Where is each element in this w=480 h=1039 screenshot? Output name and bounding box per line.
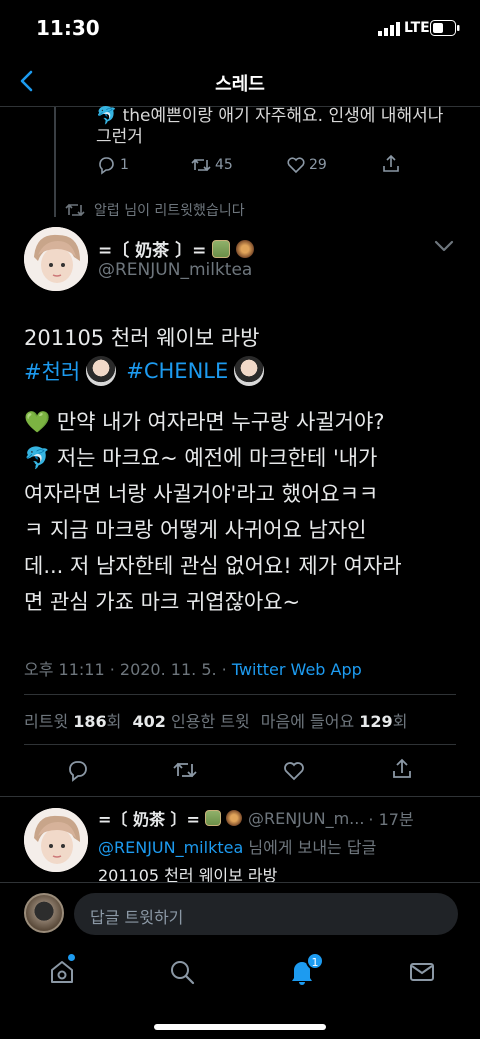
prev-like-count: 29 bbox=[309, 157, 327, 173]
retweet-note-text: 알럽 님이 리트윗했습니다 bbox=[94, 203, 245, 219]
prev-share-button[interactable] bbox=[381, 154, 401, 174]
action-reply-button[interactable] bbox=[66, 758, 90, 782]
battery-icon bbox=[430, 20, 460, 36]
retweets-count: 186 bbox=[73, 712, 107, 731]
my-avatar[interactable] bbox=[24, 893, 64, 933]
status-bar: 11:30 LTE bbox=[0, 0, 480, 56]
hashtag-chenle-kr[interactable]: #천러 bbox=[24, 356, 80, 386]
heart-icon bbox=[287, 157, 305, 174]
tweet-source[interactable]: Twitter Web App bbox=[232, 660, 362, 679]
tweet-line-1: 201105 천러 웨이보 라방 bbox=[24, 326, 260, 350]
nav-header: 스레드 bbox=[0, 56, 480, 106]
tweet-body-line-4: ㅋ 지금 마크랑 어떻게 사귀어요 남자인 bbox=[24, 518, 367, 542]
reply-icon bbox=[69, 761, 87, 782]
quotes-count: 402 bbox=[132, 712, 166, 731]
reply-mention-suffix: 님에게 보내는 답글 bbox=[243, 838, 377, 857]
reply-avatar-photo bbox=[24, 808, 88, 872]
mail-icon bbox=[410, 963, 434, 981]
tweet-body: 💚 만약 내가 여자라면 누구랑 사귈거야? 🐬 저는 마크요~ 예전에 마크한… bbox=[24, 404, 402, 620]
hashtag-emoji-icon-1 bbox=[86, 356, 117, 386]
tweet-timestamp: 오후 11:11 · 2020. 11. 5. · bbox=[24, 660, 232, 679]
retweet-small-icon bbox=[65, 203, 85, 217]
replying-to: @RENJUN_milktea 님에게 보내는 답글 bbox=[98, 834, 376, 858]
thread-connector bbox=[54, 107, 56, 217]
reply-icon bbox=[99, 157, 114, 175]
retweets-unit: 회 bbox=[106, 712, 122, 731]
heart-icon bbox=[284, 762, 304, 781]
status-time: 11:30 bbox=[36, 16, 100, 40]
reply-avatar[interactable] bbox=[24, 808, 88, 872]
network-label: LTE bbox=[404, 20, 430, 36]
notification-badge: 1 bbox=[306, 952, 324, 970]
quotes-stat[interactable]: 402 인용한 트윗 bbox=[133, 712, 250, 731]
sticker-emoji-icon bbox=[236, 239, 255, 258]
avatar-photo bbox=[24, 227, 88, 291]
tab-messages[interactable] bbox=[408, 958, 436, 986]
home-icon bbox=[51, 961, 73, 983]
hashtag-row: #천러 #CHENLE bbox=[24, 356, 265, 386]
prev-reply-button[interactable]: 1 bbox=[96, 155, 129, 175]
likes-count: 129 bbox=[359, 712, 393, 731]
hashtag-chenle-en[interactable]: #CHENLE bbox=[126, 359, 228, 383]
retweet-icon bbox=[173, 762, 197, 778]
tweet-body-line-1: 💚 만약 내가 여자라면 누구랑 사귈거야? bbox=[24, 410, 385, 434]
sticker-emoji-icon bbox=[225, 810, 242, 826]
home-new-dot bbox=[68, 954, 75, 961]
reply-header: =〔 奶茶 〕= @RENJUN_m... · 17분 bbox=[98, 806, 414, 830]
share-icon bbox=[383, 154, 399, 172]
tab-notifications[interactable]: 1 bbox=[288, 952, 324, 986]
reply-handle[interactable]: @RENJUN_m... bbox=[248, 809, 364, 828]
tab-bar: 1 bbox=[0, 944, 480, 1039]
action-share-button[interactable] bbox=[390, 757, 414, 781]
tweet-stats: 리트윗 186회 402 인용한 트윗 마음에 들어요 129회 bbox=[24, 708, 407, 732]
retweet-note: 알럽 님이 리트윗했습니다 bbox=[64, 200, 245, 220]
prev-retweet-button[interactable]: 45 bbox=[190, 155, 233, 175]
action-like-button[interactable] bbox=[282, 759, 306, 783]
tea-emoji-icon bbox=[204, 810, 221, 826]
avatar[interactable] bbox=[24, 227, 88, 291]
page-title: 스레드 bbox=[215, 74, 265, 95]
signal-icon bbox=[378, 22, 402, 36]
tweet-body-line-6: 면 관심 가죠 마크 귀엽잖아요~ bbox=[24, 590, 301, 614]
chevron-down-icon bbox=[434, 240, 454, 252]
prev-like-button[interactable]: 29 bbox=[286, 155, 327, 175]
display-name[interactable]: =〔 奶茶 〕= bbox=[98, 236, 255, 261]
likes-stat[interactable]: 마음에 들어요 129회 bbox=[261, 712, 408, 731]
prev-reply-count: 1 bbox=[120, 157, 129, 173]
tea-emoji-icon bbox=[212, 239, 231, 258]
tab-search[interactable] bbox=[168, 958, 196, 986]
retweets-stat[interactable]: 리트윗 186회 bbox=[24, 712, 121, 731]
share-icon bbox=[393, 758, 411, 778]
likes-unit: 회 bbox=[392, 712, 408, 731]
reply-time: · 17분 bbox=[368, 810, 414, 829]
tweet-body-line-5: 데... 저 남자한테 관심 없어요! 제가 여자라 bbox=[24, 554, 402, 578]
tweet-body-line-2: 🐬 저는 마크요~ 예전에 마크한테 '내가 bbox=[24, 446, 378, 470]
compose-bar: 답글 트윗하기 bbox=[0, 882, 480, 944]
likes-label: 마음에 들어요 bbox=[260, 712, 355, 731]
display-name-text: =〔 奶茶 〕= bbox=[98, 241, 207, 261]
quotes-label: 인용한 트윗 bbox=[171, 712, 250, 731]
action-retweet-button[interactable] bbox=[172, 758, 198, 782]
prev-tweet-text: 🐬 the예쁜이랑 애기 자주해요. 인생에 내해서나 bbox=[96, 106, 444, 126]
retweets-label: 리트윗 bbox=[24, 712, 69, 731]
reply-mention[interactable]: @RENJUN_milktea bbox=[98, 838, 243, 857]
prev-retweet-count: 45 bbox=[215, 157, 233, 173]
search-icon bbox=[171, 961, 195, 985]
compose-input[interactable]: 답글 트윗하기 bbox=[74, 893, 458, 935]
prev-tweet-text-2: 그런거 bbox=[96, 127, 143, 147]
tweet-body-line-3: 여자라면 너랑 사귈거야'라고 했어요ㅋㅋ bbox=[24, 482, 379, 506]
tab-home[interactable] bbox=[48, 954, 76, 986]
hashtag-emoji-icon-2 bbox=[234, 356, 265, 386]
compose-placeholder: 답글 트윗하기 bbox=[90, 908, 184, 927]
retweet-icon bbox=[191, 158, 211, 172]
tweet-meta: 오후 11:11 · 2020. 11. 5. · Twitter Web Ap… bbox=[24, 656, 362, 680]
more-options-button[interactable] bbox=[432, 238, 456, 254]
home-indicator bbox=[154, 1024, 326, 1030]
reply-display-name[interactable]: =〔 奶茶 〕= bbox=[98, 806, 200, 830]
user-handle[interactable]: @RENJUN_milktea bbox=[98, 260, 252, 280]
